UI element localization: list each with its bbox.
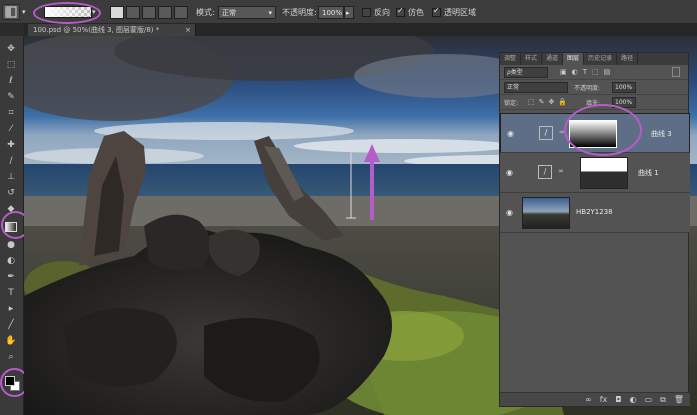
eye-icon[interactable]: ◉ (506, 168, 513, 177)
marquee-tool-icon[interactable]: ⬚ (4, 58, 18, 72)
zoom-tool-icon[interactable]: ⌕ (4, 350, 18, 364)
curves-adjustment-icon: ∕ (538, 165, 552, 179)
opacity-value: 100% (322, 8, 343, 17)
opacity-label: 不透明度: (282, 7, 317, 17)
tab-styles[interactable]: 样式 (521, 53, 543, 65)
document-tab[interactable]: 100.psd @ 50%(曲线 3, 图层蒙版/8) * × (28, 24, 196, 36)
layer-opacity-input[interactable]: 100% (612, 82, 636, 93)
blend-mode-row: 正常 不透明度: 100% (500, 80, 688, 95)
close-icon[interactable]: × (185, 24, 191, 36)
options-bar: ▾ ▾ 模式: 正常 ▾ 不透明度: 100% ▸ 反向 仿色 透明区域 (0, 0, 697, 24)
lock-label: 锁定: (504, 100, 519, 107)
linear-gradient-button[interactable] (110, 6, 124, 19)
new-layer-icon[interactable]: ⧉ (660, 395, 666, 405)
layer-name[interactable]: 曲线 1 (638, 168, 659, 178)
reverse-label: 反向 (374, 7, 390, 17)
layers-panel-footer: ∞ fx ◘ ◐ ▭ ⧉ 🗑 (500, 392, 690, 406)
blend-mode-select[interactable]: 正常 (504, 82, 568, 93)
healing-brush-tool-icon[interactable]: ✚ (4, 138, 18, 152)
opacity-input[interactable]: 100% (318, 6, 344, 19)
layer-mask-highlight (564, 104, 642, 156)
new-group-icon[interactable]: ▭ (645, 395, 653, 404)
layer-row[interactable]: ◉ HB2Y1238 (500, 193, 690, 233)
blend-mode-value: 正常 (507, 84, 520, 91)
layer-filter-select[interactable]: ρ类型 (504, 67, 548, 78)
preset-dropdown-icon[interactable]: ▾ (22, 4, 26, 20)
delete-layer-icon[interactable]: 🗑 (674, 395, 684, 404)
layer-filter-row: ρ类型 ▣◐T⬚▤ (500, 65, 688, 80)
lasso-tool-icon[interactable]: ℓ (4, 74, 18, 88)
layer-mask-thumbnail[interactable] (580, 157, 628, 189)
dither-label: 仿色 (408, 7, 424, 17)
quick-select-tool-icon[interactable]: ✎ (4, 90, 18, 104)
layer-opacity-value: 100% (615, 84, 633, 91)
path-select-tool-icon[interactable]: ▸ (4, 302, 18, 316)
history-brush-tool-icon[interactable]: ↺ (4, 186, 18, 200)
document-tab-bar: 100.psd @ 50%(曲线 3, 图层蒙版/8) * × (24, 24, 697, 36)
tab-layers[interactable]: 图层 (563, 53, 585, 65)
tab-history[interactable]: 历史记录 (584, 53, 618, 65)
eye-icon[interactable]: ◉ (506, 208, 513, 217)
clone-stamp-tool-icon[interactable]: ⊥ (4, 170, 18, 184)
diamond-gradient-button[interactable] (174, 6, 188, 19)
tab-channels[interactable]: 通道 (542, 53, 564, 65)
reflected-gradient-button[interactable] (158, 6, 172, 19)
filter-icons[interactable]: ▣◐T⬚▤ (560, 68, 615, 76)
move-tool-icon[interactable]: ✥ (4, 42, 18, 56)
tab-paths[interactable]: 路径 (617, 53, 639, 65)
reverse-check-box[interactable] (362, 7, 371, 17)
new-adjustment-icon[interactable]: ◐ (630, 395, 637, 404)
layer-name[interactable]: 曲线 3 (651, 129, 672, 139)
brush-tool-icon[interactable]: ∕ (4, 154, 18, 168)
gradient-tool-preset-icon[interactable] (2, 4, 20, 20)
eye-icon[interactable]: ◉ (507, 129, 514, 138)
blur-tool-icon[interactable]: ● (4, 238, 18, 252)
link-icon[interactable]: ∞ (558, 167, 564, 175)
dither-check-box[interactable] (396, 6, 405, 17)
filter-toggle-icon[interactable] (672, 67, 680, 77)
layer-row[interactable]: ◉ ∕ ∞ 曲线 1 (500, 153, 690, 193)
opacity-dropdown-icon[interactable]: ▸ (344, 6, 354, 19)
pen-tool-icon[interactable]: ✒ (4, 270, 18, 284)
curves-adjustment-icon: ∕ (539, 126, 553, 140)
layer-style-icon[interactable]: fx (600, 395, 608, 404)
angle-gradient-button[interactable] (142, 6, 156, 19)
reverse-checkbox[interactable]: 反向 (362, 4, 390, 20)
dither-checkbox[interactable]: 仿色 (396, 4, 424, 20)
chevron-down-icon: ▾ (268, 8, 272, 17)
mode-select[interactable]: 正常 ▾ (218, 6, 276, 19)
type-tool-icon[interactable]: T (4, 286, 18, 300)
lock-icons[interactable]: ⬚✎✥🔒 (528, 98, 571, 106)
link-layers-icon[interactable]: ∞ (585, 395, 592, 404)
hand-tool-icon[interactable]: ✋ (4, 334, 18, 348)
crop-tool-icon[interactable]: ⌗ (4, 106, 18, 120)
transparency-checkbox[interactable]: 透明区域 (432, 4, 476, 20)
gradient-preview-highlight (33, 2, 101, 24)
layer-opacity-label: 不透明度: (574, 85, 601, 92)
layer-name[interactable]: HB2Y1238 (576, 208, 613, 216)
layer-filter-value: ρ类型 (507, 69, 523, 76)
add-mask-icon[interactable]: ◘ (615, 395, 621, 404)
shape-tool-icon[interactable]: ╱ (4, 318, 18, 332)
transparency-check-box[interactable] (432, 6, 441, 17)
transparency-label: 透明区域 (444, 7, 476, 17)
mode-label: 模式: (196, 7, 215, 17)
mode-value: 正常 (222, 8, 236, 17)
layer-thumbnail[interactable] (522, 197, 570, 229)
dodge-tool-icon[interactable]: ◐ (4, 254, 18, 268)
eyedropper-tool-icon[interactable]: ⁄ (4, 122, 18, 136)
panel-tab-bar: 调整 样式 通道 图层 历史记录 路径 (500, 53, 688, 65)
document-tab-label: 100.psd @ 50%(曲线 3, 图层蒙版/8) * (33, 26, 160, 34)
tab-adjustments[interactable]: 调整 (500, 53, 522, 65)
radial-gradient-button[interactable] (126, 6, 140, 19)
